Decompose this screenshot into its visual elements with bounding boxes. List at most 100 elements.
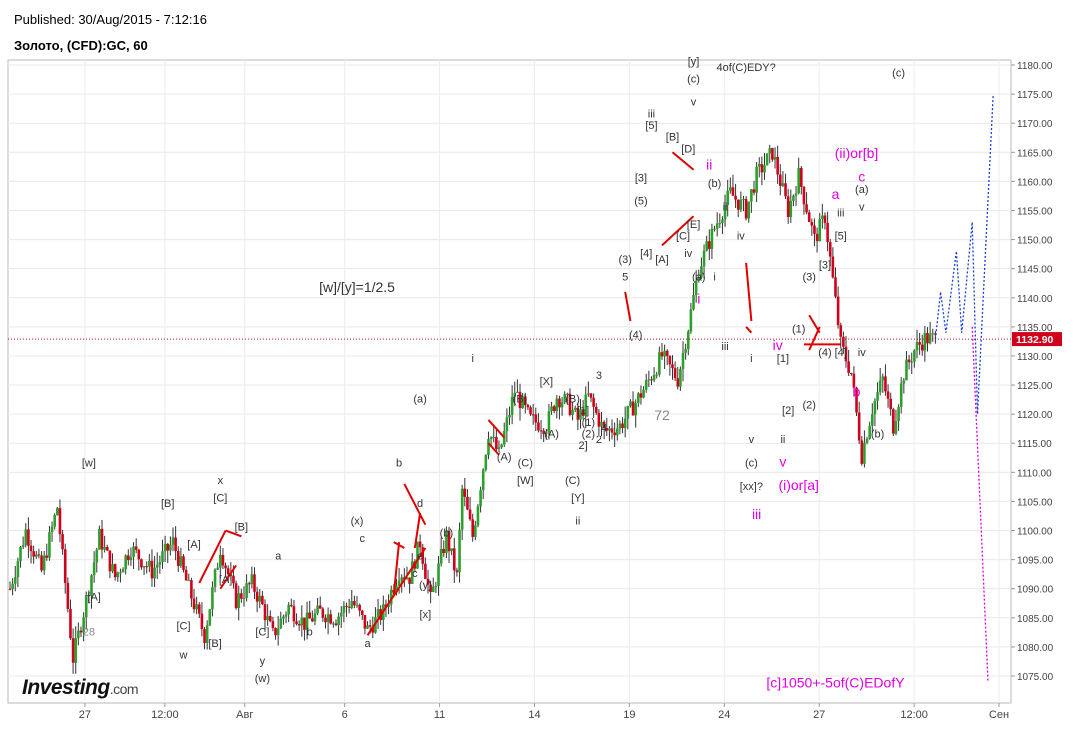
wave-label: 2] (579, 440, 588, 452)
candle-up (48, 532, 51, 558)
wave-label: b (307, 626, 313, 638)
candle-up (878, 380, 882, 393)
candle-up (121, 569, 125, 573)
candle-up (715, 223, 719, 229)
candle-up (34, 554, 38, 557)
candle-up (103, 546, 106, 550)
wave-label: [C] (255, 626, 269, 638)
candle-down (224, 565, 227, 569)
candle-down (613, 432, 616, 436)
candle-down (752, 189, 756, 193)
candle-down (471, 519, 474, 537)
candle-up (928, 333, 932, 344)
candle-up (658, 352, 661, 375)
candle-down (190, 580, 193, 599)
candle-up (13, 577, 17, 584)
candle-up (689, 309, 693, 332)
candle-down (69, 609, 72, 639)
wave-label: (3) (802, 271, 815, 283)
x-tick-label: 14 (528, 709, 540, 721)
investing-logo: Investing.com (22, 676, 139, 699)
candle-up (789, 200, 793, 218)
wave-label: [B] (208, 638, 221, 650)
wave-label: [5] (645, 120, 657, 132)
candle-down (324, 617, 327, 623)
candle-up (492, 436, 496, 438)
candle-up (258, 595, 262, 602)
wave-label: [Y] (571, 492, 584, 504)
candle-up (355, 604, 359, 606)
candle-up (679, 368, 682, 387)
candle-down (884, 376, 887, 392)
y-tick-label: 1090.00 (1017, 585, 1054, 596)
candle-up (132, 546, 135, 558)
candle-down (842, 336, 845, 347)
candle-down (813, 225, 816, 234)
candle-up (376, 609, 380, 617)
candle-down (744, 198, 748, 219)
candle-up (881, 376, 885, 381)
candle-up (773, 156, 777, 160)
price-tag-value: 1132.90 (1016, 334, 1054, 346)
candle-up (705, 241, 708, 251)
candle-up (450, 548, 453, 552)
candle-down (292, 606, 296, 622)
candle-up (765, 153, 769, 166)
wave-label: [A] (87, 591, 100, 603)
x-tick-label: 12:00 (151, 709, 179, 721)
wave-label: i (713, 271, 715, 283)
candle-down (784, 183, 787, 197)
candle-up (332, 623, 335, 625)
candle-up (95, 549, 99, 563)
candle-down (918, 342, 921, 345)
candle-down (232, 575, 235, 584)
candle-down (192, 598, 196, 610)
candle-down (253, 574, 256, 592)
y-tick-label: 1095.00 (1017, 556, 1054, 567)
candle-up (326, 614, 330, 623)
candle-up (902, 380, 906, 384)
wave-label: iii (721, 341, 728, 353)
candle-down (836, 296, 840, 326)
candle-up (98, 528, 101, 550)
x-tick-label: 6 (342, 709, 348, 721)
candle-up (208, 609, 212, 626)
wave-label: [3] (819, 260, 831, 272)
wave-label: (w) (255, 673, 270, 685)
candle-up (792, 195, 795, 201)
price-chart[interactable]: [w] 28 [A] [B] [A] [C] w [B] x [C] [B] [A] [C] y (w) a b… (0, 0, 1073, 733)
candle-up (337, 616, 340, 626)
candle-up (686, 331, 690, 350)
y-tick-label: 1170.00 (1017, 119, 1053, 130)
candle-down (926, 332, 929, 344)
candle-up (155, 564, 159, 568)
y-tick-label: 1175.00 (1017, 90, 1053, 101)
wave-label: [2] (782, 405, 794, 417)
candle-down (105, 546, 109, 551)
candle-up (153, 567, 156, 579)
candle-up (555, 398, 559, 411)
wave-label: [E] (687, 219, 700, 231)
wave-label: d (417, 498, 423, 510)
candle-down (665, 350, 669, 356)
wave-label: (c) (687, 73, 700, 85)
wave-label: (B) (513, 394, 528, 406)
candle-up (111, 564, 114, 572)
candle-down (197, 604, 201, 614)
candle-up (266, 615, 269, 621)
candle-down (597, 412, 601, 427)
candle-down (182, 556, 185, 570)
wave-label: (x) (351, 516, 364, 528)
candle-down (61, 534, 64, 550)
candle-down (345, 605, 348, 607)
candle-up (187, 580, 191, 582)
candle-down (134, 546, 138, 550)
candle-down (127, 555, 130, 561)
candle-up (794, 193, 798, 196)
candle-down (807, 212, 811, 223)
candle-down (786, 196, 790, 218)
candle-up (434, 585, 438, 587)
x-tick-label: 11 (434, 709, 445, 721)
candle-up (148, 560, 151, 567)
candle-down (708, 241, 711, 249)
